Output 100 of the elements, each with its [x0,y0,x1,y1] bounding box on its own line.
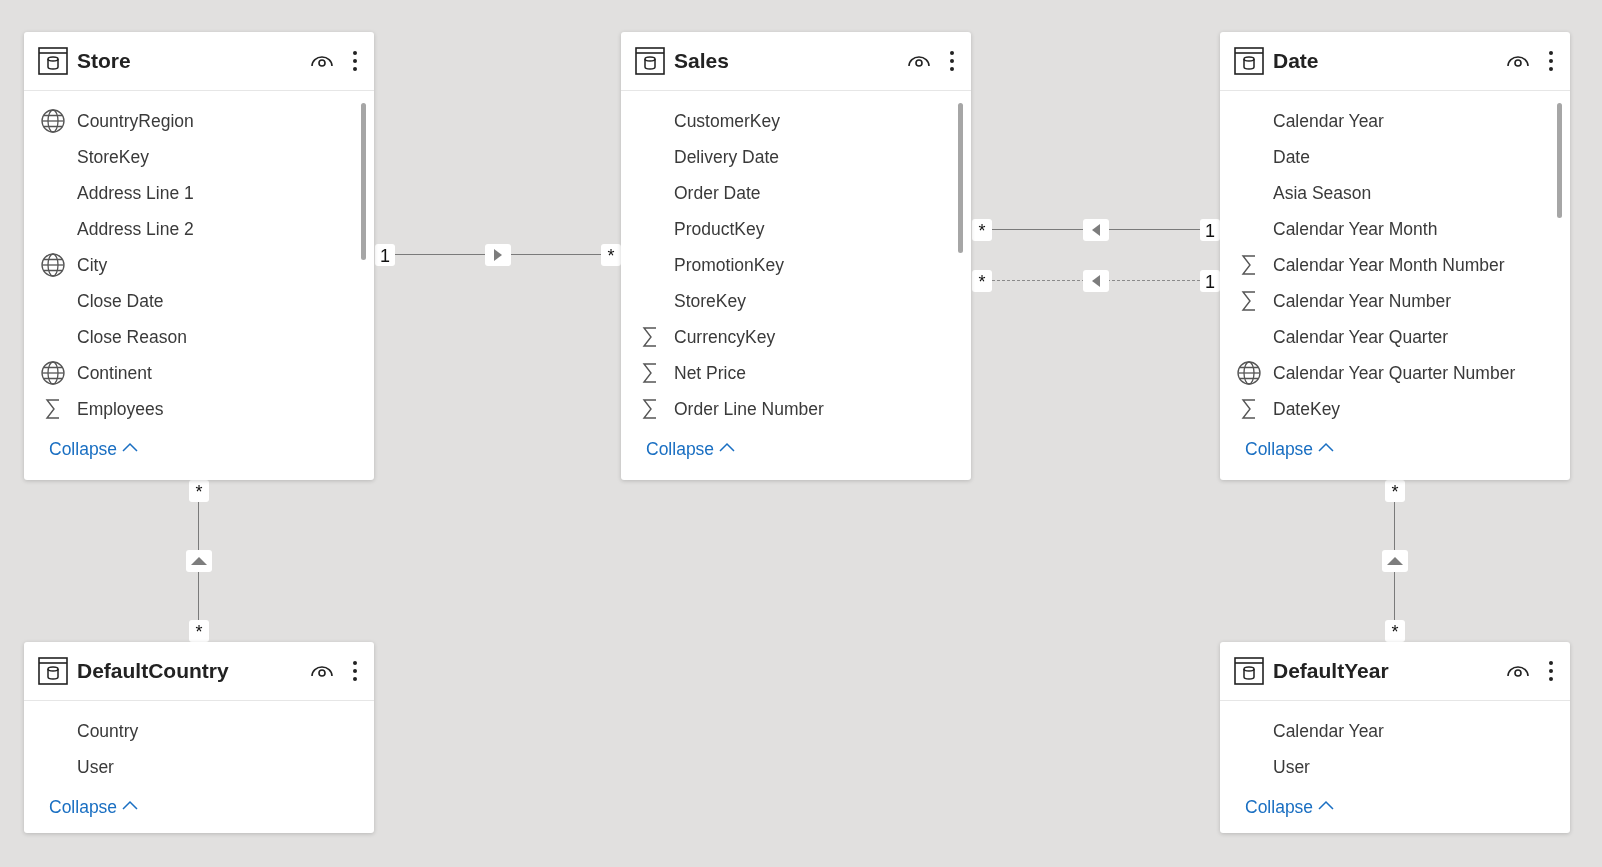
field-name[interactable]: Order Line Number [674,398,824,420]
table-icon [38,47,68,75]
collapse-button[interactable]: Collapse [1243,439,1337,460]
filter-direction-marker[interactable] [186,550,212,572]
scrollbar[interactable] [361,103,366,260]
field-name[interactable]: Calendar Year Month Number [1273,254,1505,276]
cardinality-label: * [1385,480,1405,502]
cardinality-label: 1 [1200,219,1220,241]
table-title: Store [77,49,131,73]
filter-direction-marker[interactable] [485,244,511,266]
table-card[interactable]: DefaultCountry Country User Collapse [24,642,374,833]
collapse-button[interactable]: Collapse [1243,797,1337,818]
chevron-up-icon [122,441,139,452]
triangle-icon [1092,275,1100,287]
table-title: Date [1273,49,1319,73]
filter-direction-marker[interactable] [1083,219,1109,241]
scrollbar[interactable] [958,103,963,253]
field-name[interactable]: User [1273,756,1310,778]
more-options-icon[interactable] [352,660,358,682]
cardinality-label: * [601,244,621,266]
collapse-button[interactable]: Collapse [644,439,738,460]
field-name[interactable]: StoreKey [674,290,746,312]
sigma-icon [1240,399,1257,419]
field-name[interactable]: Order Date [674,182,761,204]
field-name[interactable]: Continent [77,362,152,384]
table-card[interactable]: Date Calendar Year Date Asia Season Calendar Year Month Calendar Year Month Number Calendar Year Number Calendar Year Quarter Calendar Year Quarter Number DateKey Collapse [1220,32,1570,480]
field-name[interactable]: Delivery Date [674,146,780,168]
chevron-up-icon [719,441,736,452]
globe-icon [40,361,65,385]
eye-icon[interactable] [310,54,334,68]
table-card[interactable]: Store CountryRegion StoreKey Address Line 1 Address Line 2 City Close Date Close Reason Continent Employees Collapse [24,32,374,480]
table-card[interactable]: Sales CustomerKey Delivery Date Order Date ProductKey PromotionKey StoreKey CurrencyKey Net Price Order Line Number Collapse [621,32,971,480]
field-name[interactable]: ProductKey [674,218,765,240]
more-options-icon[interactable] [1548,660,1554,682]
cardinality-label: * [1385,620,1405,642]
chevron-up-icon [1318,441,1335,452]
more-options-icon[interactable] [949,50,955,72]
globe-icon [40,253,65,277]
filter-direction-marker[interactable] [1382,550,1408,572]
field-name[interactable]: Country [77,720,139,742]
field-name[interactable]: City [77,254,108,276]
field-name[interactable]: DateKey [1273,398,1341,420]
field-name[interactable]: Date [1273,146,1310,168]
cardinality-label: * [972,270,992,292]
table-card[interactable]: DefaultYear Calendar Year User Collapse [1220,642,1570,833]
triangle-icon [1092,224,1100,236]
eye-icon[interactable] [907,54,931,68]
cardinality-label: * [972,219,992,241]
field-name[interactable]: Close Date [77,290,164,312]
sigma-icon [44,399,61,419]
eye-icon[interactable] [1506,54,1530,68]
chevron-up-icon [122,799,139,810]
field-name[interactable]: User [77,756,114,778]
more-options-icon[interactable] [352,50,358,72]
sigma-icon [641,399,658,419]
triangle-icon [494,249,502,261]
more-options-icon[interactable] [1548,50,1554,72]
field-name[interactable]: Calendar Year Quarter [1273,326,1449,348]
eye-icon[interactable] [1506,664,1530,678]
table-title: DefaultYear [1273,659,1389,683]
table-icon [635,47,665,75]
cardinality-label: 1 [1200,270,1220,292]
cardinality-label: * [189,480,209,502]
table-title: DefaultCountry [77,659,229,683]
triangle-icon [1387,557,1403,565]
sigma-icon [641,327,658,347]
sigma-icon [641,363,658,383]
table-icon [1234,657,1264,685]
globe-icon [1236,361,1261,385]
cardinality-label: 1 [375,244,395,266]
field-name[interactable]: Calendar Year [1273,720,1384,742]
field-name[interactable]: StoreKey [77,146,149,168]
table-icon [38,657,68,685]
sigma-icon [1240,255,1257,275]
collapse-button[interactable]: Collapse [47,797,141,818]
eye-icon[interactable] [310,664,334,678]
scrollbar[interactable] [1557,103,1562,218]
globe-icon [40,109,65,133]
collapse-button[interactable]: Collapse [47,439,141,460]
field-name[interactable]: Calendar Year Month [1273,218,1438,240]
sigma-icon [1240,291,1257,311]
filter-direction-marker[interactable] [1083,270,1109,292]
field-name[interactable]: PromotionKey [674,254,784,276]
field-name[interactable]: Calendar Year [1273,110,1384,132]
field-name[interactable]: Net Price [674,362,746,384]
chevron-up-icon [1318,799,1335,810]
field-name[interactable]: Calendar Year Quarter Number [1273,362,1516,384]
triangle-icon [191,557,207,565]
cardinality-label: * [189,620,209,642]
field-name[interactable]: CountryRegion [77,110,194,132]
field-name[interactable]: CustomerKey [674,110,780,132]
field-name[interactable]: Calendar Year Number [1273,290,1452,312]
field-name[interactable]: CurrencyKey [674,326,776,348]
field-name[interactable]: Address Line 1 [77,182,194,204]
field-name[interactable]: Asia Season [1273,182,1372,204]
field-name[interactable]: Address Line 2 [77,218,194,240]
table-title: Sales [674,49,729,73]
field-name[interactable]: Close Reason [77,326,187,348]
field-name[interactable]: Employees [77,398,164,420]
table-icon [1234,47,1264,75]
